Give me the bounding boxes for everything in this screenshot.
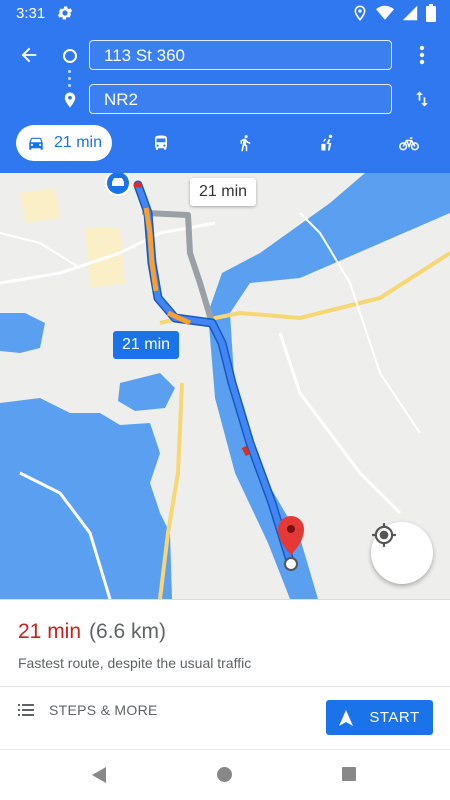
- car-icon: [29, 137, 43, 150]
- origin-field[interactable]: 113 St 360: [89, 40, 392, 70]
- list-icon: [18, 704, 34, 716]
- ride-icon: [321, 134, 333, 151]
- steps-label: STEPS & MORE: [49, 702, 158, 718]
- mode-cycling-tab[interactable]: [394, 125, 424, 161]
- status-bar: 3:31: [0, 0, 450, 26]
- my-location-icon: [372, 523, 396, 547]
- destination-field[interactable]: NR2: [89, 84, 392, 114]
- mode-ride-tab[interactable]: [313, 125, 343, 161]
- travel-mode-bar: 21 min: [0, 123, 450, 163]
- location-icon: [352, 4, 368, 27]
- destination-pin-icon: [61, 89, 79, 116]
- nav-recents-icon[interactable]: [342, 767, 356, 781]
- more-vert-icon: [419, 45, 425, 65]
- more-options-button[interactable]: [408, 40, 436, 70]
- walk-icon: [240, 135, 251, 152]
- back-button[interactable]: [14, 40, 44, 70]
- system-navigation-bar: [0, 749, 450, 800]
- bay-water: [0, 398, 172, 599]
- origin-circle-icon: [63, 49, 77, 63]
- route-distance: (6.6 km): [89, 620, 167, 643]
- mode-driving-duration: 21 min: [53, 134, 103, 151]
- status-icons: [352, 4, 436, 27]
- signal-icon: [402, 5, 418, 26]
- settings-gear-icon: [56, 4, 74, 27]
- status-time: 3:31: [16, 5, 46, 22]
- start-navigation-button[interactable]: START: [326, 700, 433, 735]
- navigation-arrow-icon: [339, 709, 354, 726]
- minor-road-2: [278, 332, 402, 515]
- alternate-route-callout[interactable]: 21 min: [190, 178, 257, 206]
- minor-road-5: [0, 232, 81, 269]
- swap-vert-icon: [416, 91, 428, 107]
- mode-walking-tab[interactable]: [230, 125, 260, 161]
- mode-driving-tab[interactable]: 21 min: [16, 125, 112, 161]
- primary-route-callout[interactable]: 21 min: [113, 331, 180, 359]
- sheet-divider: [0, 686, 450, 687]
- route-description: Fastest route, despite the usual traffic: [18, 655, 252, 671]
- urban-area-2: [20, 188, 60, 223]
- mode-transit-tab[interactable]: [146, 125, 176, 161]
- nav-back-icon[interactable]: [90, 766, 108, 789]
- destination-endpoint: [284, 557, 298, 571]
- destination-pin-dot: [287, 525, 295, 533]
- route-duration: 21 min: [18, 620, 82, 643]
- nav-home-icon[interactable]: [217, 767, 232, 782]
- battery-icon: [426, 4, 436, 27]
- start-car-icon: [112, 178, 124, 186]
- canal-water: [0, 313, 45, 353]
- start-label: START: [369, 709, 420, 726]
- route-summary-sheet[interactable]: 21 min (6.6 km) Fastest route, despite th…: [0, 599, 450, 749]
- lake-water: [118, 373, 175, 411]
- arrow-back-icon: [21, 47, 37, 63]
- wifi-icon: [376, 5, 394, 26]
- steps-and-more-button[interactable]: STEPS & MORE: [18, 702, 158, 718]
- my-location-button[interactable]: [371, 522, 433, 584]
- swap-directions-button[interactable]: [408, 84, 436, 114]
- map-view[interactable]: 21 min 21 min: [0, 173, 450, 599]
- directions-header: 113 St 360 NR2 21 min: [0, 26, 450, 173]
- transit-icon: [155, 135, 167, 150]
- route-dots-icon: [68, 70, 72, 91]
- route-summary: 21 min (6.6 km): [18, 620, 166, 644]
- bike-icon: [399, 137, 419, 151]
